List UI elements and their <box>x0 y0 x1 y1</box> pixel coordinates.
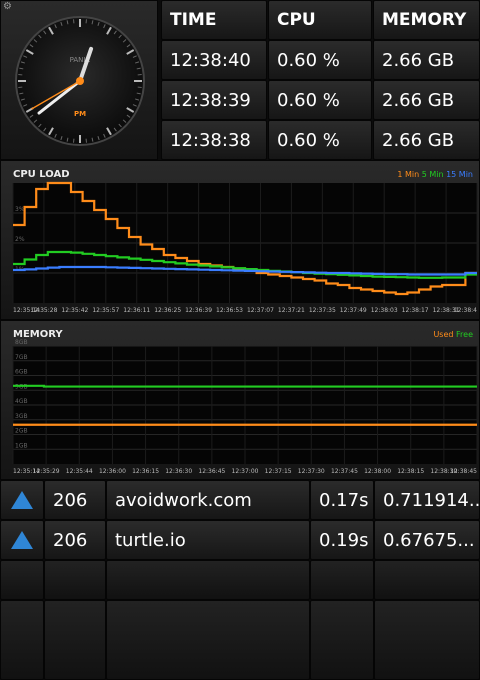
host-name: avoidwork.com <box>106 480 310 520</box>
x-tick-label: 12:35:29 <box>33 468 60 475</box>
x-tick-label: 12:36:53 <box>216 307 243 314</box>
x-tick-label: 12:37:45 <box>331 468 358 475</box>
x-tick-label: 12:36:11 <box>123 307 150 314</box>
x-tick-label: 12:36:15 <box>132 468 159 475</box>
x-tick-label: 12:37:21 <box>278 307 305 314</box>
clock-center <box>76 77 84 85</box>
up-triangle-icon <box>10 490 34 510</box>
empty-cell <box>44 600 106 680</box>
y-tick-label: 2GB <box>15 428 28 435</box>
empty-cell <box>44 560 106 600</box>
x-tick-label: 12:38:03 <box>371 307 398 314</box>
empty-cell <box>374 560 480 600</box>
status-code: 206 <box>44 480 106 520</box>
stats-cell: 2.66 GB <box>373 80 480 120</box>
stats-header-2: MEMORY <box>373 0 480 40</box>
memory-chart: 1GB2GB3GB4GB5GB6GB7GB8GB12:35:1412:35:29… <box>1 321 480 481</box>
x-tick-label: 12:36:45 <box>198 468 225 475</box>
x-tick-label: 12:37:07 <box>247 307 274 314</box>
stats-cell: 2.66 GB <box>373 40 480 80</box>
host-name: turtle.io <box>106 520 310 560</box>
cpu-load-chart: 1%2%3%12:35:1412:35:2812:35:4212:35:5712… <box>1 161 480 321</box>
x-tick-label: 12:37:15 <box>265 468 292 475</box>
stats-cell: 12:38:40 <box>161 40 267 80</box>
x-tick-label: 12:38:17 <box>402 307 429 314</box>
y-tick-label: 1GB <box>15 442 28 449</box>
stats-cell: 12:38:38 <box>161 120 267 160</box>
empty-cell <box>374 600 480 680</box>
x-tick-label: 12:35:42 <box>61 307 88 314</box>
clock-panel: ⚙ PANIC PM <box>0 0 158 160</box>
status-cell <box>0 520 44 560</box>
y-tick-label: 3GB <box>15 413 28 420</box>
x-tick-label: 12:38:4 <box>454 307 477 314</box>
x-tick-label: 12:36:30 <box>165 468 192 475</box>
status-cell <box>0 480 44 520</box>
stats-cell: 0.60 % <box>268 40 372 80</box>
x-tick-label: 12:38:00 <box>364 468 391 475</box>
empty-cell <box>0 600 44 680</box>
value: 0.67675... <box>374 520 480 560</box>
empty-cell <box>106 560 310 600</box>
y-tick-label: 7GB <box>15 354 28 361</box>
x-tick-label: 12:35:44 <box>66 468 93 475</box>
response-time: 0.17s <box>310 480 374 520</box>
x-tick-label: 12:38:15 <box>397 468 424 475</box>
y-tick-label: 2% <box>15 236 25 243</box>
x-tick-label: 12:36:25 <box>154 307 181 314</box>
series-free <box>13 386 477 387</box>
x-tick-label: 12:38:45 <box>450 468 477 475</box>
stats-cell: 0.60 % <box>268 120 372 160</box>
empty-cell <box>310 600 374 680</box>
x-tick-label: 12:37:00 <box>232 468 259 475</box>
x-tick-label: 12:35:57 <box>92 307 119 314</box>
value: 0.711914... <box>374 480 480 520</box>
clock-ampm: PM <box>74 110 86 118</box>
memory-panel: MEMORY Used Free 1GB2GB3GB4GB5GB6GB7GB8G… <box>0 320 480 480</box>
stats-cell: 0.60 % <box>268 80 372 120</box>
status-code: 206 <box>44 520 106 560</box>
analog-clock: PANIC PM <box>1 1 159 161</box>
up-triangle-icon <box>10 530 34 550</box>
x-tick-label: 12:37:49 <box>340 307 367 314</box>
stats-header-0: TIME <box>161 0 267 40</box>
cpu-load-panel: CPU LOAD 1 Min 5 Min 15 Min 1%2%3%12:35:… <box>0 160 480 320</box>
x-tick-label: 12:37:35 <box>309 307 336 314</box>
y-tick-label: 4GB <box>15 398 28 405</box>
stats-header-1: CPU <box>268 0 372 40</box>
y-tick-label: 8GB <box>15 339 28 346</box>
empty-cell <box>106 600 310 680</box>
x-tick-label: 12:37:30 <box>298 468 325 475</box>
stats-cell: 2.66 GB <box>373 120 480 160</box>
response-time: 0.19s <box>310 520 374 560</box>
y-tick-label: 6GB <box>15 369 28 376</box>
empty-cell <box>0 560 44 600</box>
stats-cell: 12:38:39 <box>161 80 267 120</box>
x-tick-label: 12:36:00 <box>99 468 126 475</box>
y-tick-label: 3% <box>15 206 25 213</box>
x-tick-label: 12:36:39 <box>185 307 212 314</box>
empty-cell <box>310 560 374 600</box>
x-tick-label: 12:35:28 <box>30 307 57 314</box>
